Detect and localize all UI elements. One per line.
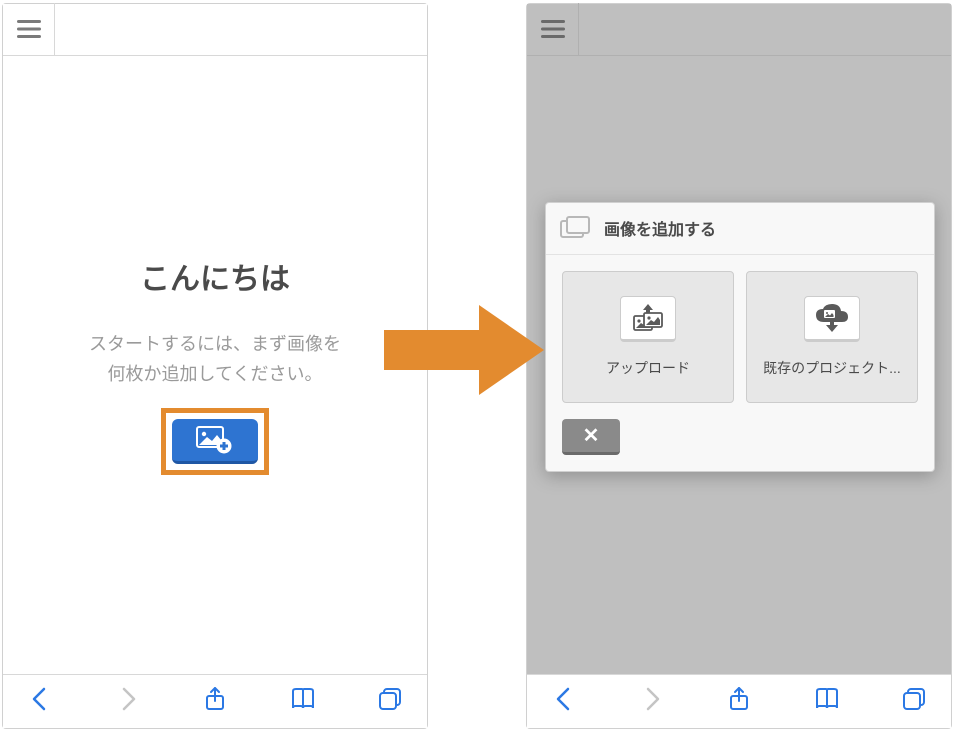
top-bar [527, 4, 951, 56]
hamburger-icon [541, 19, 565, 39]
images-icon [560, 216, 592, 240]
menu-button[interactable] [527, 3, 579, 55]
add-image-button[interactable] [172, 419, 258, 464]
chevron-right-icon [639, 686, 665, 712]
tabs-button[interactable] [901, 686, 927, 717]
tabs-icon [377, 686, 403, 712]
top-bar [3, 4, 427, 56]
forward-button[interactable] [115, 686, 141, 717]
close-icon: ✕ [583, 423, 600, 448]
share-icon [202, 686, 228, 712]
dialog-body: アップロード 既 [546, 255, 934, 419]
chevron-left-icon [27, 686, 53, 712]
existing-project-option[interactable]: 既存のプロジェクト... [746, 271, 918, 403]
tabs-icon [901, 686, 927, 712]
welcome-content: こんにちは スタートするには、まず画像を 何枚か追加してください。 [3, 56, 427, 674]
forward-button[interactable] [639, 686, 665, 717]
existing-project-label: 既存のプロジェクト... [763, 358, 901, 378]
upload-icon [631, 303, 665, 333]
chevron-left-icon [551, 686, 577, 712]
browser-toolbar [527, 674, 951, 728]
welcome-title: こんにちは [140, 254, 290, 298]
hamburger-icon [17, 19, 41, 39]
cloud-icon-button [804, 296, 860, 342]
add-image-highlight [161, 408, 269, 475]
upload-icon-button [620, 296, 676, 342]
bookmarks-button[interactable] [814, 686, 840, 717]
screen-before: こんにちは スタートするには、まず画像を 何枚か追加してください。 [2, 3, 428, 729]
browser-toolbar [3, 674, 427, 728]
menu-button[interactable] [3, 3, 55, 55]
dialog-header: 画像を追加する [546, 203, 934, 255]
back-button[interactable] [551, 686, 577, 717]
bookmarks-button[interactable] [290, 686, 316, 717]
back-button[interactable] [27, 686, 53, 717]
chevron-right-icon [115, 686, 141, 712]
upload-label: アップロード [606, 358, 690, 378]
tabs-button[interactable] [377, 686, 403, 717]
share-button[interactable] [202, 686, 228, 717]
upload-option[interactable]: アップロード [562, 271, 734, 403]
screen-after: 画像を追加する [526, 3, 952, 729]
dialog-title: 画像を追加する [604, 216, 716, 240]
add-image-dialog: 画像を追加する [545, 202, 935, 472]
transition-arrow [384, 300, 544, 400]
share-button[interactable] [726, 686, 752, 717]
dimmed-content: 画像を追加する [527, 56, 951, 674]
add-image-icon [196, 426, 234, 454]
book-icon [814, 686, 840, 712]
book-icon [290, 686, 316, 712]
dialog-footer: ✕ [546, 419, 934, 471]
share-icon [726, 686, 752, 712]
cloud-download-icon [812, 302, 852, 334]
welcome-subtitle: スタートするには、まず画像を 何枚か追加してください。 [89, 330, 341, 389]
close-button[interactable]: ✕ [562, 419, 620, 455]
